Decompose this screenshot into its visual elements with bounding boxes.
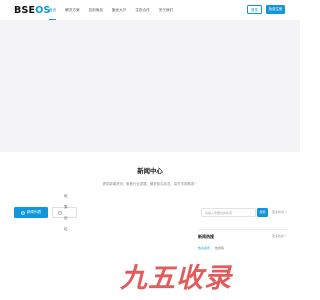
tab-news-list-label: 新闻列表 xyxy=(26,210,42,214)
watermark: 九五收录 xyxy=(120,262,250,296)
tab-news-list[interactable]: 新闻列表 xyxy=(14,207,48,218)
forum-icon xyxy=(58,210,62,215)
main-nav: 首页 解决方案 应用商品 聚优大厅 生态合作 关于我们 xyxy=(49,0,182,20)
more-news-link[interactable]: 更多新闻 > xyxy=(272,210,287,214)
nav-item-ecosystem[interactable]: 生态合作 xyxy=(135,0,149,20)
nav-item-home[interactable]: 首页 xyxy=(49,0,57,20)
news-tabs: 新闻列表 优秀论坛 xyxy=(14,194,77,231)
tab-forum-label: 优秀论坛 xyxy=(64,193,68,231)
list-icon xyxy=(20,210,25,215)
top-navbar: BSEOS 首页 解决方案 应用商品 聚优大厅 生态合作 关于我们 登录 免费注… xyxy=(0,0,300,20)
more-hot-link[interactable]: 更多热搜 > xyxy=(272,234,287,238)
logo[interactable]: BSEOS xyxy=(14,5,51,16)
hero-banner xyxy=(0,20,300,152)
nav-item-solutions[interactable]: 解决方案 xyxy=(65,0,79,20)
search-button[interactable]: 搜索 xyxy=(257,208,268,217)
tab-forum[interactable]: 优秀论坛 xyxy=(52,194,77,231)
logo-prefix: BSE xyxy=(14,5,36,16)
hot-tabs: 热点资讯 热搜榜 xyxy=(198,246,229,250)
section-title: 新闻中心 xyxy=(137,168,163,175)
nav-item-about[interactable]: 关于我们 xyxy=(159,0,173,20)
tab-hot-news[interactable]: 热点资讯 xyxy=(198,246,210,250)
nav-item-hall[interactable]: 聚优大厅 xyxy=(112,0,126,20)
watermark-text: 九五收录 xyxy=(120,263,232,294)
login-button[interactable]: 登录 xyxy=(247,5,262,14)
section-description: 提供新闻资讯、聚焦行业发展、解析前沿动态，探究市场需求！ xyxy=(102,182,198,186)
divider xyxy=(198,229,288,230)
nav-item-app-store[interactable]: 应用商品 xyxy=(89,0,103,20)
news-search-input[interactable]: 请输入你要找的新闻 xyxy=(201,208,256,217)
tab-hot-ranking[interactable]: 热搜榜 xyxy=(215,246,224,250)
register-button[interactable]: 免费注册 xyxy=(266,5,285,14)
hot-search-title: 新闻热搜 xyxy=(198,234,214,239)
